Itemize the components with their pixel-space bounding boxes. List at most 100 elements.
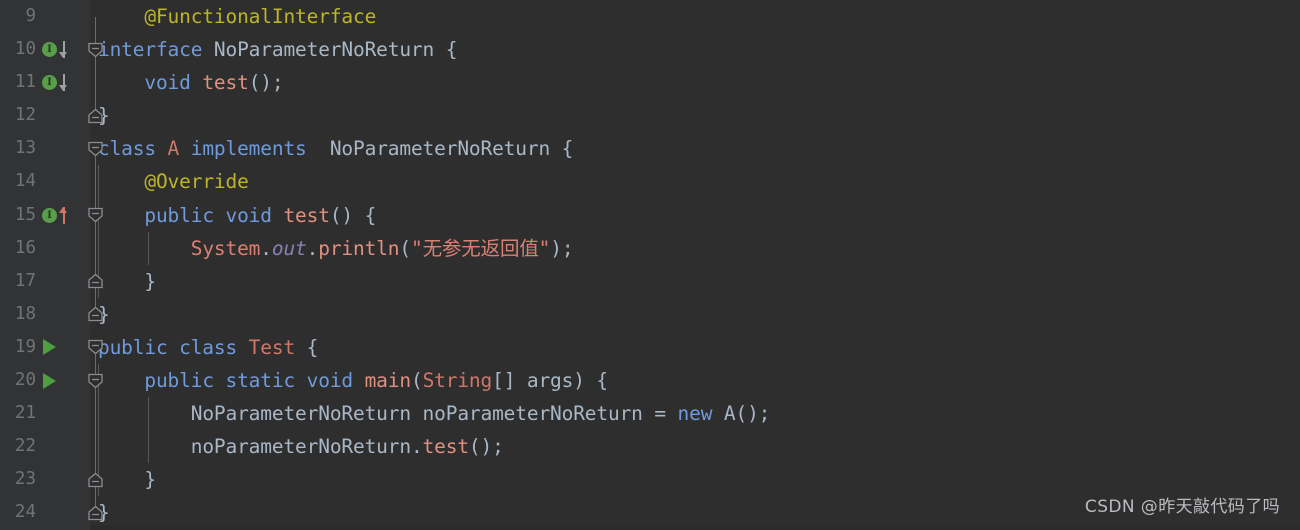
- editor-gutter[interactable]: 13: [0, 132, 90, 166]
- code-folding-column[interactable]: [84, 0, 108, 33]
- code-folding-column[interactable]: [84, 165, 108, 199]
- editor-gutter[interactable]: 19: [0, 330, 90, 365]
- code-text[interactable]: interface NoParameterNoReturn {: [90, 33, 1300, 66]
- run-configuration-icon[interactable]: [43, 372, 56, 389]
- editor-gutter[interactable]: 10: [0, 33, 90, 67]
- code-text[interactable]: }: [90, 264, 1300, 298]
- code-text[interactable]: noParameterNoReturn.test();: [90, 430, 1300, 464]
- code-line[interactable]: 11 void test();: [0, 66, 1300, 100]
- fold-collapse-icon[interactable]: [87, 339, 104, 355]
- code-text[interactable]: class A implements NoParameterNoReturn {: [90, 132, 1300, 165]
- editor-gutter[interactable]: 12: [0, 99, 90, 133]
- gutter-marker: [42, 165, 72, 198]
- code-text[interactable]: public class Test {: [90, 331, 1300, 364]
- implemented-method-icon[interactable]: [42, 75, 57, 91]
- code-text[interactable]: }: [90, 463, 1300, 497]
- code-line[interactable]: 14 @Override: [0, 165, 1300, 199]
- code-folding-column[interactable]: [84, 430, 108, 464]
- code-token: @FunctionalInterface: [144, 5, 377, 28]
- code-token: NoParameterNoReturn: [190, 402, 411, 426]
- code-folding-column[interactable]: [84, 231, 108, 265]
- code-line[interactable]: 13 class A implements NoParameterNoReturn…: [0, 132, 1300, 166]
- gutter-marker: [42, 0, 72, 33]
- fold-region-line: [95, 16, 97, 33]
- code-text[interactable]: void test();: [90, 66, 1300, 99]
- code-line[interactable]: 22 noParameterNoReturn.test();: [0, 430, 1300, 464]
- code-line[interactable]: 23 }: [0, 463, 1300, 497]
- editor-gutter[interactable]: 17: [0, 264, 90, 298]
- editor-gutter[interactable]: 18: [0, 297, 90, 331]
- editor-gutter[interactable]: 15: [0, 198, 90, 232]
- editor-gutter[interactable]: 20: [0, 364, 90, 398]
- editor-gutter[interactable]: 11: [0, 66, 90, 100]
- code-folding-column[interactable]: [84, 99, 108, 132]
- code-editor[interactable]: 9 @FunctionalInterface 10 interface NoPara…: [0, 0, 1300, 530]
- code-folding-column[interactable]: [84, 264, 108, 298]
- code-token: test: [422, 435, 470, 459]
- code-folding-column[interactable]: [84, 66, 108, 100]
- code-line[interactable]: 20 public static void main(String[] args…: [0, 364, 1300, 398]
- override-up-arrow-icon[interactable]: [58, 206, 69, 224]
- code-token: {: [295, 335, 319, 359]
- code-text[interactable]: }: [90, 298, 1300, 331]
- fold-region-end-icon[interactable]: [87, 273, 104, 289]
- code-text[interactable]: @FunctionalInterface: [90, 0, 1300, 33]
- editor-gutter[interactable]: 21: [0, 397, 90, 431]
- fold-collapse-icon[interactable]: [87, 207, 104, 223]
- editor-gutter[interactable]: 9: [0, 0, 90, 34]
- code-text[interactable]: NoParameterNoReturn noParameterNoReturn …: [90, 397, 1300, 431]
- implemented-method-icon[interactable]: [42, 42, 57, 58]
- code-token: noParameterNoReturn: [190, 435, 411, 459]
- line-number: 15: [14, 204, 36, 225]
- code-line[interactable]: 12}: [0, 99, 1300, 133]
- code-token: NoParameterNoReturn: [213, 38, 435, 62]
- overriding-method-icon[interactable]: [42, 207, 57, 223]
- code-folding-column[interactable]: [84, 331, 108, 364]
- fold-collapse-icon[interactable]: [87, 373, 104, 389]
- code-line[interactable]: 21 NoParameterNoReturn noParameterNoRetu…: [0, 397, 1300, 431]
- code-folding-column[interactable]: [84, 463, 108, 497]
- gutter-marker[interactable]: [42, 33, 72, 66]
- code-text[interactable]: @Override: [90, 165, 1300, 199]
- code-text[interactable]: }: [90, 99, 1300, 132]
- line-number: 10: [14, 39, 36, 60]
- editor-gutter[interactable]: 23: [0, 463, 90, 497]
- implemented-down-arrow-icon[interactable]: [58, 41, 69, 59]
- code-line[interactable]: 18}: [0, 297, 1300, 331]
- gutter-marker[interactable]: [42, 364, 72, 397]
- code-line[interactable]: 9 @FunctionalInterface: [0, 0, 1300, 34]
- gutter-marker[interactable]: [42, 199, 72, 232]
- editor-gutter[interactable]: 14: [0, 165, 90, 199]
- code-folding-column[interactable]: [84, 397, 108, 431]
- code-text[interactable]: System.out.println("无参无返回值");: [90, 231, 1300, 265]
- gutter-marker[interactable]: [42, 66, 72, 99]
- fold-region-end-icon[interactable]: [87, 306, 104, 322]
- fold-collapse-icon[interactable]: [87, 141, 104, 157]
- code-line[interactable]: 15 public void test() {: [0, 198, 1300, 232]
- code-line[interactable]: 17 }: [0, 264, 1300, 298]
- editor-gutter[interactable]: 22: [0, 430, 90, 464]
- code-line[interactable]: 10 interface NoParameterNoReturn {: [0, 33, 1300, 67]
- fold-region-end-icon[interactable]: [87, 505, 104, 521]
- implemented-down-arrow-icon[interactable]: [58, 74, 69, 92]
- code-text[interactable]: public static void main(String[] args) {: [90, 364, 1300, 398]
- code-folding-column[interactable]: [84, 297, 108, 331]
- code-folding-column[interactable]: [84, 33, 108, 67]
- line-number: 17: [14, 270, 36, 291]
- code-line[interactable]: 19 public class Test {: [0, 330, 1300, 365]
- run-configuration-icon[interactable]: [43, 339, 56, 356]
- line-number: 19: [14, 336, 36, 357]
- gutter-marker[interactable]: [42, 331, 72, 364]
- fold-collapse-icon[interactable]: [87, 42, 104, 58]
- fold-region-line: [95, 397, 97, 431]
- code-folding-column[interactable]: [84, 364, 108, 398]
- code-text[interactable]: public void test() {: [90, 198, 1300, 232]
- code-line[interactable]: 16 System.out.println("无参无返回值");: [0, 231, 1300, 265]
- fold-region-end-icon[interactable]: [87, 472, 104, 488]
- code-folding-column[interactable]: [84, 198, 108, 232]
- code-folding-column[interactable]: [84, 132, 108, 166]
- code-token: ();: [468, 435, 504, 459]
- fold-region-end-icon[interactable]: [87, 108, 104, 124]
- editor-gutter[interactable]: 16: [0, 231, 90, 265]
